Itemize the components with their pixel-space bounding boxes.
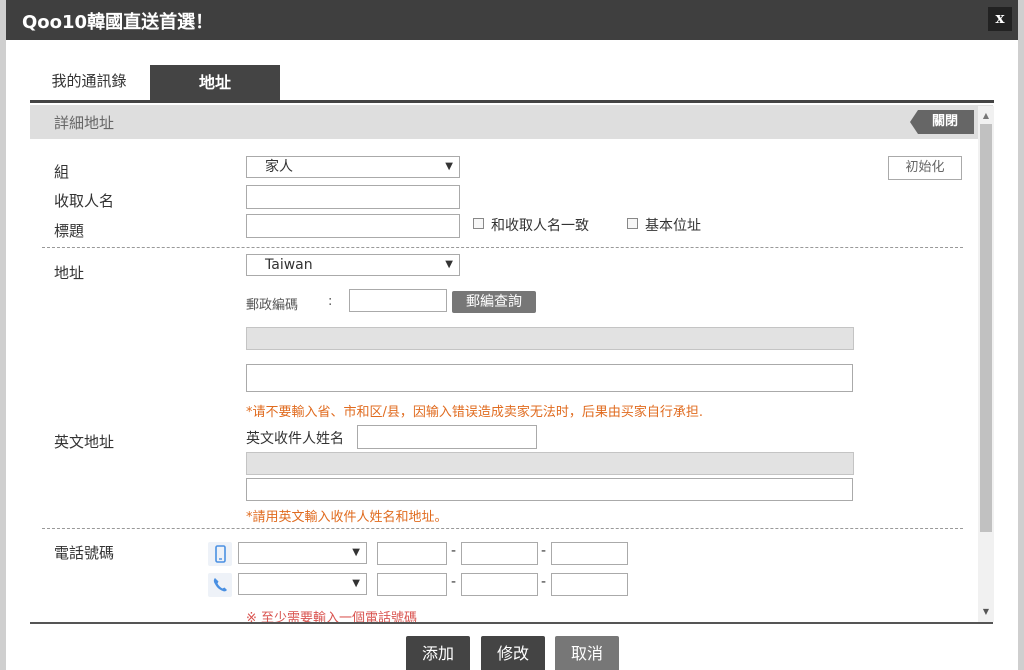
mobile-hyphen-1: -: [451, 543, 457, 559]
telephone-prefix-select[interactable]: ▼: [238, 573, 367, 595]
divider: [42, 528, 963, 529]
postal-code-colon: :: [328, 294, 333, 309]
same-as-recipient-checkbox[interactable]: [473, 218, 484, 229]
phone-required-note: ※ 至少需要輸入一個電話號碼: [246, 611, 418, 622]
telephone-part2-input[interactable]: [461, 573, 538, 596]
english-address-input[interactable]: [246, 478, 853, 501]
add-button[interactable]: 添加: [406, 636, 470, 670]
mobile-icon: [208, 542, 232, 566]
dropdown-arrow-icon: ▼: [352, 578, 360, 589]
background-right-edge: [1018, 0, 1024, 670]
edit-button[interactable]: 修改: [481, 636, 545, 670]
postal-code-label: 郵政編碼: [246, 298, 299, 313]
tab-address[interactable]: 地址: [150, 65, 280, 100]
section-title: 詳細地址: [54, 114, 115, 132]
mobile-part3-input[interactable]: [551, 542, 628, 565]
section-header: 詳細地址 關閉: [30, 105, 993, 139]
address-detail-input[interactable]: [246, 364, 853, 392]
default-address-checkbox[interactable]: [627, 218, 638, 229]
recipient-input[interactable]: [246, 185, 460, 209]
group-select[interactable]: 家人 ▼: [246, 156, 460, 178]
scroll-thumb[interactable]: [980, 124, 992, 532]
country-select-value: Taiwan: [265, 257, 313, 273]
address-warning-note: *请不要輸入省、市和区/县，因输入错误造成卖家无法时，后果由买家自行承担.: [246, 405, 704, 420]
english-name-label: 英文收件人姓名: [246, 431, 344, 447]
english-warning-note: *請用英文輸入收件人姓名和地址。: [246, 510, 448, 525]
telephone-part1-input[interactable]: [377, 573, 447, 596]
address-form: 組 家人 ▼ 初始化 收取人名 標題 和收取人名一致 基本位址 地址 Taiwa…: [30, 139, 993, 622]
dropdown-arrow-icon: ▼: [352, 547, 360, 558]
form-bottom-border: [30, 622, 993, 624]
dropdown-arrow-icon: ▼: [445, 161, 453, 172]
english-address-label: 英文地址: [54, 433, 115, 451]
group-select-value: 家人: [265, 159, 293, 175]
same-as-recipient-label: 和收取人名一致: [491, 218, 589, 234]
mobile-part1-input[interactable]: [377, 542, 447, 565]
modal-close-button[interactable]: x: [988, 7, 1012, 31]
reset-button[interactable]: 初始化: [888, 156, 962, 180]
mobile-part2-input[interactable]: [461, 542, 538, 565]
address-modal: Qoo10韓國直送首選！ x 我的通訊錄 地址 詳細地址 關閉 組 家人 ▼ 初…: [6, 0, 1018, 670]
group-label: 組: [54, 163, 70, 181]
telephone-part3-input[interactable]: [551, 573, 628, 596]
tab-bar: 我的通訊錄 地址: [30, 65, 994, 103]
mobile-prefix-select[interactable]: ▼: [238, 542, 367, 564]
postal-code-input[interactable]: [349, 289, 447, 312]
address-label: 地址: [54, 264, 85, 282]
scroll-up-arrow-icon[interactable]: ▲: [978, 110, 994, 122]
telephone-hyphen-2: -: [541, 574, 547, 590]
telephone-hyphen-1: -: [451, 574, 457, 590]
phone-label: 電話號碼: [54, 544, 115, 562]
modal-title-bar: Qoo10韓國直送首選！ x: [6, 0, 1018, 40]
form-scrollbar[interactable]: ▲ ▼: [978, 106, 994, 622]
default-address-label: 基本位址: [645, 218, 701, 234]
modal-title: Qoo10韓國直送首選！: [22, 12, 214, 33]
section-close-button[interactable]: 關閉: [910, 110, 974, 134]
english-name-input[interactable]: [357, 425, 537, 449]
dropdown-arrow-icon: ▼: [445, 259, 453, 270]
title-label: 標題: [54, 222, 85, 240]
cancel-button[interactable]: 取消: [555, 636, 619, 670]
english-address-readonly: [246, 452, 854, 475]
country-select[interactable]: Taiwan ▼: [246, 254, 460, 276]
recipient-label: 收取人名: [54, 192, 115, 210]
title-input[interactable]: [246, 214, 460, 238]
divider: [42, 247, 963, 248]
scroll-down-arrow-icon[interactable]: ▼: [978, 606, 994, 618]
postal-search-button[interactable]: 郵編查詢: [452, 291, 536, 313]
tab-contacts[interactable]: 我的通訊錄: [40, 65, 138, 100]
address-line1-readonly: [246, 327, 854, 350]
telephone-icon: [208, 573, 232, 597]
mobile-hyphen-2: -: [541, 543, 547, 559]
